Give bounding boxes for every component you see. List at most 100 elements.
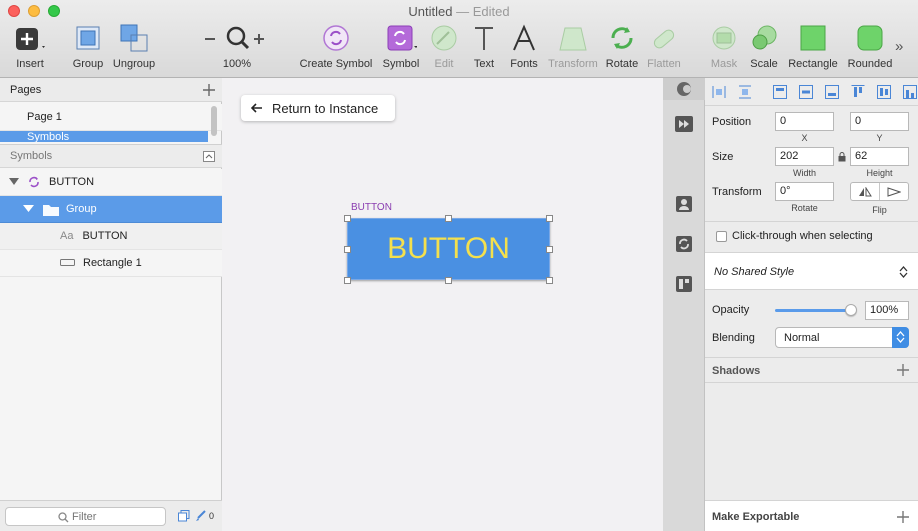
canvas[interactable]: Return to Instance BUTTON BUTTON (222, 78, 663, 531)
collapse-layers-icon[interactable] (203, 151, 215, 162)
divider (705, 221, 918, 222)
layer-item-symbol[interactable]: BUTTON (0, 169, 222, 196)
magnifier-icon (205, 26, 264, 50)
width-caption: Width (792, 168, 816, 178)
tab-inspector[interactable] (663, 78, 705, 100)
sync-icon (676, 236, 692, 252)
resize-handle-bl[interactable] (344, 277, 351, 284)
layer-item-group[interactable]: Group (0, 196, 222, 223)
artboard-label[interactable]: BUTTON (351, 202, 392, 213)
flatten-button[interactable]: Flatten (634, 22, 694, 70)
align-top-icon[interactable] (851, 84, 865, 99)
symbols-filter-icon[interactable] (178, 510, 190, 522)
rounded-label: Rounded (847, 58, 893, 70)
selection-box (347, 218, 550, 280)
text-label: Text (473, 58, 495, 70)
rectangle-button[interactable]: Rectangle (783, 22, 843, 70)
pages-title: Pages (10, 83, 42, 96)
height-field[interactable]: 62 (850, 147, 909, 166)
create-symbol-button[interactable]: Create Symbol (300, 22, 372, 70)
filter-count: 0 (209, 511, 215, 521)
plus-icon (16, 28, 45, 50)
layer-item-rectangle[interactable]: Rectangle 1 (0, 250, 222, 277)
page-item-symbols[interactable]: Symbols (0, 131, 208, 142)
flatten-label: Flatten (647, 58, 681, 70)
disclosure-down-icon[interactable] (23, 205, 34, 213)
x-caption: X (801, 133, 808, 143)
ungroup-button[interactable]: Ungroup (104, 22, 164, 70)
titlebar: Untitled — Edited Insert Group Ungroup 1… (0, 0, 918, 78)
return-to-instance-button[interactable]: Return to Instance (241, 95, 395, 121)
resize-handle-t[interactable] (445, 215, 452, 222)
flip-caption: Flip (872, 205, 887, 215)
resize-handle-tl[interactable] (344, 215, 351, 222)
pages-scrollbar[interactable] (211, 106, 217, 136)
layer-label: Rectangle 1 (83, 257, 142, 269)
rotate-field[interactable]: 0° (775, 182, 834, 201)
brush-filter-icon[interactable] (195, 510, 206, 522)
rounded-rectangle-icon (857, 25, 883, 51)
align-toolbar (705, 78, 918, 106)
resize-handle-b[interactable] (445, 277, 452, 284)
inspector-tabs (663, 78, 705, 531)
flip-control (850, 182, 909, 201)
page-label: Symbols (27, 131, 70, 143)
align-bottom-icon[interactable] (903, 84, 917, 99)
opacity-field[interactable]: 100% (865, 301, 909, 320)
toolbar-overflow-icon[interactable]: » (895, 38, 903, 55)
add-shadow-icon[interactable] (897, 364, 909, 376)
position-x-field[interactable]: 0 (775, 112, 834, 131)
flip-vertical-icon (887, 186, 901, 197)
shared-style-select[interactable]: No Shared Style (705, 252, 918, 290)
opacity-slider-thumb[interactable] (845, 304, 857, 316)
opacity-slider-track[interactable] (775, 309, 851, 312)
tab-prototype[interactable] (663, 104, 705, 144)
zoom-level: 100% (222, 58, 252, 70)
resize-handle-br[interactable] (546, 277, 553, 284)
tab-sync[interactable] (663, 224, 705, 264)
insert-button[interactable]: Insert (0, 22, 60, 70)
blending-select-arrow[interactable] (892, 327, 909, 348)
lock-icon[interactable] (838, 152, 846, 162)
window-title: Untitled — Edited (0, 4, 918, 19)
rounded-button[interactable]: Rounded (840, 22, 900, 70)
distribute-horizontal-icon[interactable] (712, 85, 726, 99)
zoom-control[interactable]: 100% (205, 22, 267, 70)
make-exportable-label: Make Exportable (712, 511, 800, 523)
page-item-1[interactable]: Page 1 (0, 104, 222, 131)
align-left-icon[interactable] (773, 84, 787, 99)
shadows-label: Shadows (712, 365, 761, 377)
position-label: Position (712, 116, 752, 128)
filter-field[interactable] (5, 507, 166, 526)
add-export-icon[interactable] (897, 511, 909, 523)
layer-item-text[interactable]: Aa BUTTON (0, 223, 222, 250)
chevron-updown-icon (899, 266, 908, 278)
inspector-content: Position 0 0 X Y Size 202 62 Width Heigh… (705, 78, 918, 531)
width-field[interactable]: 202 (775, 147, 834, 166)
blending-select[interactable]: Normal (775, 327, 909, 348)
disclosure-down-icon[interactable] (9, 178, 19, 186)
align-middle-icon[interactable] (877, 84, 891, 99)
scale-label: Scale (750, 58, 778, 70)
inspector-panel: Position 0 0 X Y Size 202 62 Width Heigh… (663, 78, 918, 531)
add-page-icon[interactable] (203, 84, 215, 96)
click-through-label: Click-through when selecting (732, 230, 873, 242)
flip-vertical-button[interactable] (880, 183, 908, 200)
align-right-icon[interactable] (825, 84, 839, 99)
layers-header: Symbols (0, 144, 222, 168)
tab-layout[interactable] (663, 264, 705, 304)
flip-horizontal-button[interactable] (851, 183, 880, 200)
transform-icon (559, 27, 587, 51)
flip-horizontal-icon (859, 186, 872, 196)
return-label: Return to Instance (272, 100, 379, 116)
shadows-section: Shadows (705, 357, 918, 383)
resize-handle-tr[interactable] (546, 215, 553, 222)
distribute-vertical-icon[interactable] (738, 85, 752, 99)
opacity-label: Opacity (712, 304, 750, 316)
resize-handle-l[interactable] (344, 246, 351, 253)
position-y-field[interactable]: 0 (850, 112, 909, 131)
click-through-checkbox[interactable] (716, 231, 727, 242)
filter-input[interactable] (72, 509, 162, 524)
align-center-icon[interactable] (799, 84, 813, 99)
resize-handle-r[interactable] (546, 246, 553, 253)
